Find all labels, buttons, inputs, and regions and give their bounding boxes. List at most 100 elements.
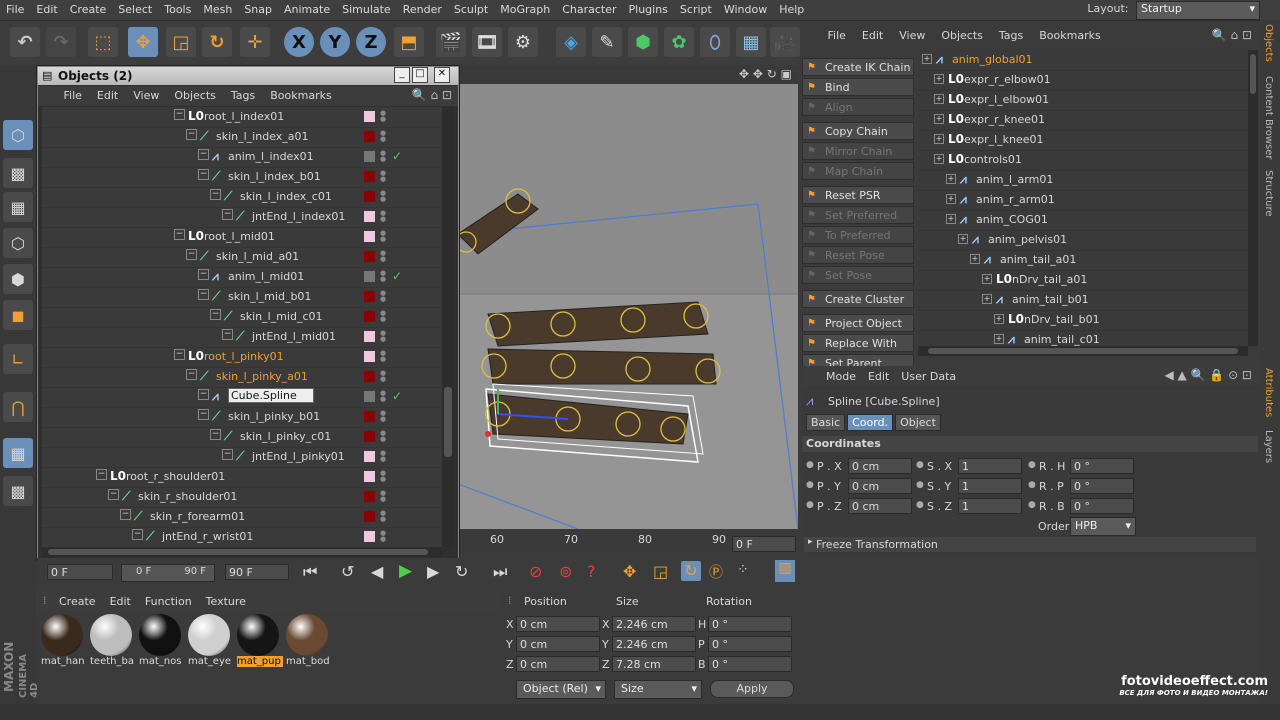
menu-script[interactable]: Script	[674, 0, 718, 16]
visibility-tag-icon[interactable]	[364, 371, 375, 382]
material-menu-texture[interactable]: Texture	[206, 595, 246, 608]
expand-toggle-icon[interactable]: +	[982, 294, 992, 304]
rotation-field[interactable]: 0 °	[708, 636, 792, 652]
expand-toggle-icon[interactable]: +	[922, 54, 932, 64]
tree-row[interactable]: − ⩘ Cube.Spline ● ● ✓	[42, 387, 442, 408]
expand-toggle-icon[interactable]: −	[132, 529, 143, 540]
live-select-icon[interactable]: ✛	[240, 27, 270, 57]
z-axis-lock-button[interactable]: Z	[356, 27, 386, 57]
expand-toggle-icon[interactable]: +	[934, 114, 944, 124]
char-button-create-ik-chain[interactable]: ⚑ Create IK Chain	[802, 58, 914, 76]
hierarchy-tree[interactable]: + ⩘ anim_global01 + L0 expr_r_elbow01 + L0 expr_…	[918, 50, 1248, 346]
objects-menu-bookmarks[interactable]: Bookmarks	[262, 86, 338, 102]
objects-menu-edit[interactable]: Edit	[89, 86, 125, 102]
redo-icon[interactable]: ↷	[46, 27, 76, 57]
position-field[interactable]: 0 cm	[516, 636, 600, 652]
hierarchy-row[interactable]: + L0 expr_r_knee01	[918, 110, 1248, 131]
tab-objects[interactable]: Objects	[1263, 24, 1274, 62]
texture-mode-icon[interactable]: ▩	[3, 158, 33, 188]
hierarchy-hscrollbar[interactable]	[918, 346, 1248, 356]
undo-icon[interactable]: ↶	[10, 27, 40, 57]
expand-toggle-icon[interactable]: +	[994, 314, 1004, 324]
rotation-order-dropdown[interactable]: HPB ▾	[1070, 517, 1136, 536]
hierarchy-scrollbar[interactable]	[1248, 50, 1258, 346]
model-mode-icon[interactable]: ⬡	[3, 120, 33, 150]
char-button-mirror-chain[interactable]: ⚑ Mirror Chain	[802, 142, 914, 160]
expand-toggle-icon[interactable]: −	[222, 209, 233, 220]
visibility-tag-icon[interactable]	[364, 531, 375, 542]
expand-toggle-icon[interactable]: −	[222, 329, 233, 340]
polygons-mode-icon[interactable]: ◼	[3, 300, 33, 330]
render-dots-icon[interactable]: ● ●	[380, 350, 386, 363]
freeze-transformation-group[interactable]: Freeze Transformation ▸	[804, 537, 1256, 552]
char-button-map-chain[interactable]: ⚑ Map Chain	[802, 162, 914, 180]
expand-toggle-icon[interactable]: −	[222, 449, 233, 460]
material-menu-function[interactable]: Function	[145, 595, 192, 608]
expand-toggle-icon[interactable]: −	[174, 109, 185, 120]
close-button[interactable]: ✕	[434, 67, 450, 83]
play-icon[interactable]: ▶	[399, 561, 412, 581]
menu-simulate[interactable]: Simulate	[336, 0, 397, 16]
hierarchy-row[interactable]: + L0 controls01	[918, 150, 1248, 171]
tree-row[interactable]: − ⟋ skin_l_index_a01 ● ●	[42, 127, 442, 148]
radio-icon[interactable]: ●	[1028, 480, 1036, 490]
size-field[interactable]: 2.246 cm	[612, 636, 696, 652]
rotation-field[interactable]: 0 °	[708, 656, 792, 672]
tree-row[interactable]: − ⟋ skin_l_pinky_b01 ● ●	[42, 407, 442, 428]
floor-icon[interactable]: ▦	[736, 27, 766, 57]
objects-menu-tags[interactable]: Tags	[223, 86, 262, 102]
next-frame-icon[interactable]: ▶	[427, 562, 439, 581]
render-dots-icon[interactable]: ● ●	[380, 210, 386, 223]
tree-row[interactable]: − ⩘ anim_l_index01 ● ● ✓	[42, 147, 442, 168]
render-view-icon[interactable]: 🎬	[436, 27, 466, 57]
char-button-align[interactable]: ⚑ Align	[802, 98, 914, 116]
render-picture-viewer-icon[interactable]: 🎞	[472, 27, 502, 57]
tree-row[interactable]: − ⟋ jntEnd_l_mid01 ● ●	[42, 327, 442, 348]
menu-tools[interactable]: Tools	[158, 0, 197, 16]
visibility-tag-icon[interactable]	[364, 331, 375, 342]
y-axis-lock-button[interactable]: Y	[320, 27, 350, 57]
expand-toggle-icon[interactable]: +	[934, 94, 944, 104]
tree-row[interactable]: − ⟋ jntEnd_r_wrist01 ● ●	[42, 527, 442, 547]
menu-help[interactable]: Help	[773, 0, 810, 16]
current-frame-field[interactable]: 0 F	[732, 536, 796, 552]
visibility-tag-icon[interactable]	[364, 231, 375, 242]
expand-toggle-icon[interactable]: −	[198, 169, 209, 180]
radio-icon[interactable]: ●	[1028, 500, 1036, 510]
enabled-check-icon[interactable]: ✓	[392, 389, 402, 403]
coordinate-mode-dropdown[interactable]: Object (Rel) ▾	[516, 680, 606, 699]
expand-toggle-icon[interactable]: −	[198, 149, 209, 160]
render-dots-icon[interactable]: ● ●	[380, 130, 386, 143]
char-button-bind[interactable]: ⚑ Bind	[802, 78, 914, 96]
material-swatch[interactable]: mat_pup	[237, 614, 283, 676]
render-dots-icon[interactable]: ● ●	[380, 430, 386, 443]
expand-toggle-icon[interactable]: −	[210, 189, 221, 200]
array-icon[interactable]: ✿	[664, 27, 694, 57]
menu-create[interactable]: Create	[64, 0, 113, 16]
rotate-tool-icon[interactable]: ↻	[202, 27, 232, 57]
render-dots-icon[interactable]: ● ●	[380, 370, 386, 383]
rotation-field[interactable]: 0 °	[708, 616, 792, 632]
radio-icon[interactable]: ●	[1028, 460, 1036, 470]
expand-toggle-icon[interactable]: −	[186, 129, 197, 140]
hierarchy-row[interactable]: + ⩘ anim_pelvis01	[918, 230, 1248, 251]
end-frame-field[interactable]: 90 F	[225, 564, 289, 580]
expand-toggle-icon[interactable]: +	[958, 234, 968, 244]
render-dots-icon[interactable]: ● ●	[380, 110, 386, 123]
render-dots-icon[interactable]: ● ●	[380, 150, 386, 163]
hierarchy-menu-bookmarks[interactable]: Bookmarks	[1029, 26, 1106, 42]
radio-icon[interactable]: ●	[916, 460, 924, 470]
hierarchy-row[interactable]: + L0 expr_r_elbow01	[918, 70, 1248, 91]
menu-animate[interactable]: Animate	[278, 0, 336, 16]
goto-start-icon[interactable]: ⏮	[303, 562, 317, 582]
viewport-nav-icons[interactable]: ✥ ✥ ↻ ▣	[739, 67, 792, 81]
attribute-field-input[interactable]: 0 cm	[848, 478, 912, 494]
render-dots-icon[interactable]: ● ●	[380, 330, 386, 343]
expand-toggle-icon[interactable]: −	[120, 509, 131, 520]
menu-character[interactable]: Character	[556, 0, 622, 16]
layout-dropdown[interactable]: Startup ▾	[1136, 1, 1260, 20]
material-swatch[interactable]: mat_han	[41, 614, 85, 676]
tree-row[interactable]: − ⟋ jntEnd_l_index01 ● ●	[42, 207, 442, 228]
coordinate-system-icon[interactable]: ⬒	[394, 27, 424, 57]
3d-viewport[interactable]	[458, 84, 798, 529]
